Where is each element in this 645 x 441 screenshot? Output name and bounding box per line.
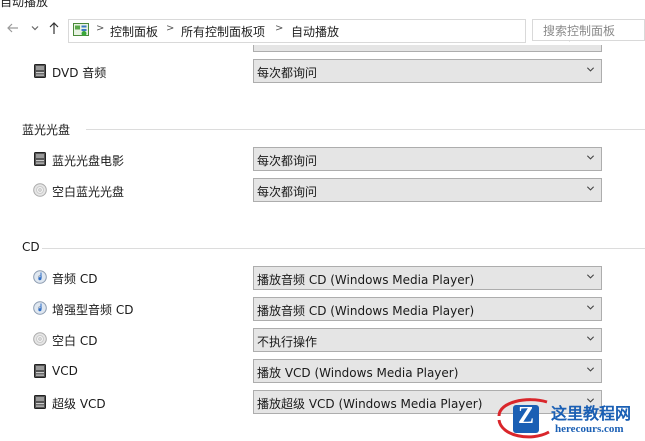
dropdown-enhanced-audio-cd[interactable]: 播放音频 CD (Windows Media Player): [253, 297, 602, 321]
audio-cd-icon: [33, 301, 47, 315]
breadcrumb-autoplay[interactable]: 自动播放: [291, 23, 339, 40]
forward-dropdown-icon[interactable]: [26, 21, 44, 39]
disc-drive-icon: [34, 152, 46, 166]
breadcrumb-separator-icon: >: [275, 23, 284, 34]
row-label-dvd-audio: DVD 音频: [52, 66, 107, 80]
dropdown-vcd[interactable]: 播放 VCD (Windows Media Player): [253, 359, 602, 383]
disc-drive-icon: [34, 395, 46, 409]
dropdown-partial[interactable]: [253, 45, 602, 52]
dropdown-value: 播放超级 VCD (Windows Media Player): [257, 397, 483, 411]
navigation-bar: > 控制面板 > 所有控制面板项 > 自动播放 搜索控制面板: [0, 17, 645, 45]
chevron-down-icon: [586, 274, 595, 279]
breadcrumb-separator-icon: >: [96, 23, 105, 34]
row-label-vcd: VCD: [52, 364, 78, 378]
dvd-drive-icon: [34, 64, 46, 78]
row-label-audio-cd: 音频 CD: [52, 272, 98, 286]
audio-cd-icon: [33, 270, 47, 284]
dropdown-value: 每次都询问: [257, 185, 318, 199]
dropdown-value: 每次都询问: [257, 66, 318, 80]
watermark-letter: Z: [517, 403, 534, 429]
row-label-bluray-movie: 蓝光光盘电影: [52, 154, 125, 168]
chevron-down-icon: [586, 336, 595, 341]
chevron-down-icon: [586, 67, 595, 72]
section-header-bluray: 蓝光光盘: [22, 123, 71, 137]
dropdown-value: 播放音频 CD (Windows Media Player): [257, 304, 475, 318]
dropdown-dvd-audio[interactable]: 每次都询问: [253, 59, 602, 83]
watermark-title: 这里教程网: [551, 404, 632, 423]
chevron-down-icon: [586, 305, 595, 310]
row-label-enhanced-audio-cd: 增强型音频 CD: [52, 303, 134, 317]
dropdown-blank-cd[interactable]: 不执行操作: [253, 328, 602, 352]
dropdown-value: 不执行操作: [257, 335, 318, 349]
row-label-blank-cd: 空白 CD: [52, 334, 98, 348]
dropdown-value: 播放 VCD (Windows Media Player): [257, 366, 459, 380]
chevron-down-icon: [586, 186, 595, 191]
chevron-down-icon: [586, 155, 595, 160]
dropdown-audio-cd[interactable]: 播放音频 CD (Windows Media Player): [253, 266, 602, 290]
watermark-logo: Z 这里教程网 herecours.com: [497, 396, 645, 441]
back-arrow-icon[interactable]: [4, 21, 22, 39]
row-label-super-vcd: 超级 VCD: [52, 397, 106, 411]
address-bar[interactable]: > 控制面板 > 所有控制面板项 > 自动播放: [68, 19, 585, 43]
blank-disc-icon: [33, 332, 47, 346]
breadcrumb-separator-icon: >: [166, 23, 175, 34]
dropdown-bluray-movie[interactable]: 每次都询问: [253, 147, 602, 171]
dropdown-value: 每次都询问: [257, 154, 318, 168]
section-divider: [42, 248, 645, 249]
disc-drive-icon: [34, 364, 46, 378]
window-title: 自动播放: [0, 0, 49, 9]
row-label-blank-bluray: 空白蓝光光盘: [52, 185, 125, 199]
blank-disc-icon: [33, 183, 47, 197]
dropdown-value: 播放音频 CD (Windows Media Player): [257, 273, 475, 287]
section-divider: [86, 129, 645, 130]
section-header-cd: CD: [22, 240, 40, 254]
watermark-url: herecours.com: [555, 423, 624, 435]
chevron-down-icon: [586, 367, 595, 372]
up-arrow-icon[interactable]: [45, 21, 63, 39]
control-panel-icon: [73, 23, 89, 36]
breadcrumb-all-items[interactable]: 所有控制面板项: [181, 23, 265, 40]
breadcrumb-control-panel[interactable]: 控制面板: [110, 23, 158, 40]
dropdown-blank-bluray[interactable]: 每次都询问: [253, 178, 602, 202]
search-input[interactable]: 搜索控制面板: [532, 19, 645, 41]
